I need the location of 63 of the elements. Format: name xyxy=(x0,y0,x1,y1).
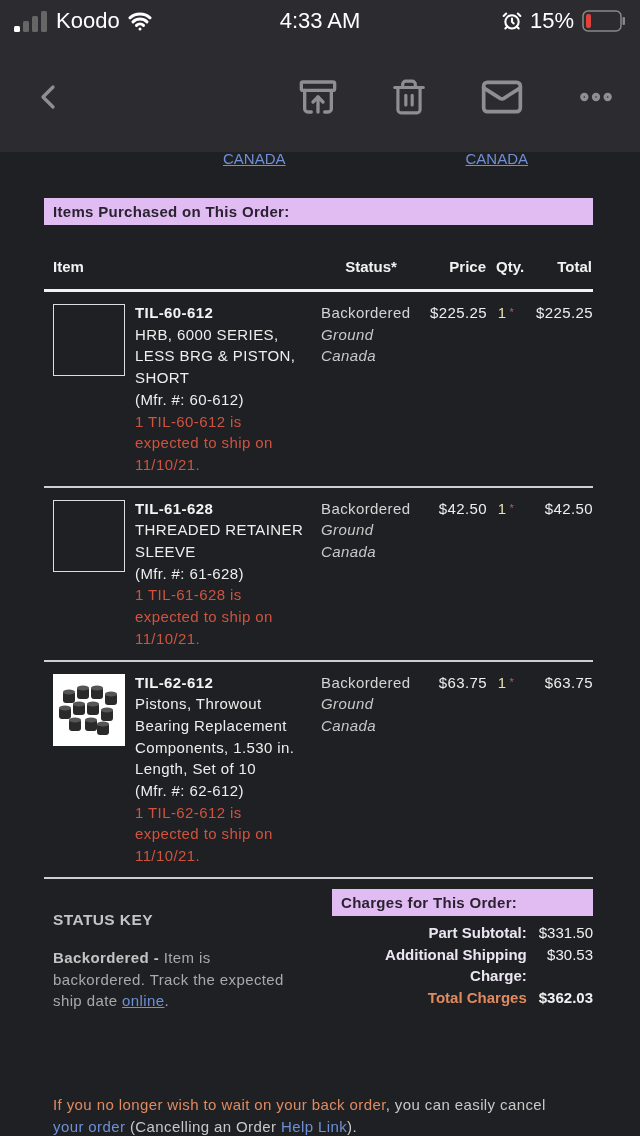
quantity-marker: * xyxy=(509,674,515,690)
item-total: $225.25 xyxy=(534,303,593,323)
carrier-name: Koodo xyxy=(56,8,120,34)
manufacturer-number: (Mfr. #: 60-612) xyxy=(135,389,245,410)
destination: Canada xyxy=(321,346,377,367)
archive-icon[interactable] xyxy=(298,77,338,117)
trash-icon[interactable] xyxy=(390,78,428,116)
item-price: $42.50 xyxy=(437,498,487,519)
manufacturer-number: (Mfr. #: 62-612) xyxy=(135,781,245,802)
column-header: Total xyxy=(556,258,593,275)
charge-label: Part Subtotal: xyxy=(427,922,527,943)
destination: Canada xyxy=(321,715,377,736)
item-description: HRB, 6000 SERIES, LESS BRG & PISTON, SHORT xyxy=(135,324,297,389)
online-link[interactable]: online xyxy=(122,992,165,1010)
column-header: Price xyxy=(448,258,487,275)
item-price: $225.25 xyxy=(428,303,487,323)
charge-value: $331.50 xyxy=(538,922,593,943)
status-key-title: STATUS KEY xyxy=(53,910,154,929)
ship-note: 1 TIL-61-628 is expected to ship on 11/10/21. xyxy=(135,585,274,649)
item-price: $63.75 xyxy=(437,672,487,693)
column-header: Item xyxy=(52,258,85,275)
charge-label: Additional Shipping Charge: xyxy=(384,944,527,987)
shipping-method: Ground xyxy=(321,520,375,541)
battery-percent: 15% xyxy=(529,8,574,34)
item-quantity: 1 xyxy=(497,498,507,519)
country-link[interactable]: CANADA xyxy=(465,150,529,167)
item-quantity: 1 xyxy=(497,303,507,323)
image-placeholder xyxy=(53,304,125,376)
battery-icon xyxy=(582,10,626,32)
quantity-marker: * xyxy=(509,500,515,516)
item-total: $63.75 xyxy=(543,672,593,693)
signal-icon xyxy=(14,10,48,32)
item-total: $42.50 xyxy=(543,498,593,519)
charge-value: $30.53 xyxy=(546,944,593,965)
charges-heading: Charges for This Order: xyxy=(332,888,593,916)
item-quantity: 1 xyxy=(497,672,507,693)
text-link[interactable]: your order xyxy=(53,1117,126,1135)
item-status: Backordered xyxy=(321,672,412,693)
column-header: Qty. xyxy=(495,258,525,275)
section-heading: Items Purchased on This Order: xyxy=(44,198,593,225)
shipping-method: Ground xyxy=(321,694,375,715)
item-status: Backordered xyxy=(321,498,412,519)
charge-value: $362.03 xyxy=(538,988,593,1008)
alarm-icon xyxy=(501,11,522,31)
item-sku: TIL-60-612 xyxy=(135,303,215,323)
column-header: Status* xyxy=(344,258,398,275)
text-link[interactable]: Help Link xyxy=(280,1117,348,1135)
charge-label: Total Charges xyxy=(426,988,527,1008)
quantity-marker: * xyxy=(509,305,515,320)
ship-note: 1 TIL-60-612 is expected to ship on 11/10/21. xyxy=(135,411,274,475)
item-description: THREADED RETAINER SLEEVE xyxy=(135,520,305,563)
manufacturer-number: (Mfr. #: 61-628) xyxy=(135,563,245,584)
country-link[interactable]: CANADA xyxy=(223,150,286,167)
destination: Canada xyxy=(321,542,377,563)
ship-note: 1 TIL-62-612 is expected to ship on 11/10/21. xyxy=(135,802,274,867)
item-description: Pistons, Throwout Bearing Replacement Components, 1.530 in. Length, Set of 10 xyxy=(135,694,296,780)
clock-time: 4:33 AM xyxy=(279,8,361,34)
cancel-order-text: If you no longer wish to wait on your back order, you can easily cancel your order (Cancelling an Order Help Link). xyxy=(53,1095,547,1136)
item-sku: TIL-62-612 xyxy=(135,672,215,693)
shipping-method: Ground xyxy=(321,324,375,345)
status-key-text: Backordered - Item is backordered. Track the expected ship date online. xyxy=(53,947,285,1012)
item-status: Backordered xyxy=(321,303,412,323)
item-sku: TIL-61-628 xyxy=(135,498,215,519)
